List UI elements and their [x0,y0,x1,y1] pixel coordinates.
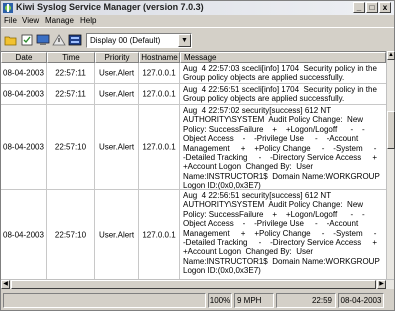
display-selector-value: Display 00 (Default) [90,36,161,45]
status-panel-empty [3,293,206,308]
cell-hostname: 127.0.0.1 [142,68,176,78]
table-row[interactable]: 08-04-2003 22:57:10 User.Alert 127.0.0.1… [1,105,386,190]
menu-file[interactable]: File [4,16,17,25]
table-row[interactable]: 08-04-2003 22:57:10 User.Alert 127.0.0.1… [1,190,386,279]
status-bar: 100% 9 MPH 22:59 08-04-2003 [1,290,394,310]
horizontal-scroll-thumb[interactable] [11,280,376,289]
cell-hostname: 127.0.0.1 [142,230,176,239]
window-title: Kiwi Syslog Service Manager (version 7.0… [16,2,204,12]
title-bar[interactable]: Kiwi Syslog Service Manager (version 7.0… [1,1,394,15]
status-time: 22:59 [276,293,336,308]
menu-bar: File View Manage Help [1,15,394,27]
cell-date: 08-04-2003 [3,142,44,152]
column-header-message[interactable]: Message [180,52,386,63]
menu-manage[interactable]: Manage [45,16,74,25]
cell-message: Aug 4 22:56:51 scecli[info] 1704 Securit… [183,85,380,104]
cell-time: 22:57:10 [54,230,87,239]
alert-icon[interactable] [52,34,66,46]
cell-message: Aug 4 22:57:03 scecli[info] 1704 Securit… [183,64,380,83]
column-header-priority[interactable]: Priority [95,52,139,63]
status-rate: 9 MPH [234,293,274,308]
scroll-right-button[interactable]: ▶ [377,280,386,289]
vertical-scroll-thumb[interactable] [387,111,395,149]
scroll-left-button[interactable]: ◀ [1,280,10,289]
cell-time: 22:57:11 [55,68,86,78]
kiwi-app-icon [3,3,13,13]
menu-view[interactable]: View [22,16,39,25]
table-row[interactable]: 08-04-2003 22:57:11 User.Alert 127.0.0.1… [1,63,386,84]
cell-date: 08-04-2003 [3,230,44,239]
column-header-hostname[interactable]: Hostname [139,52,180,63]
status-date: 08-04-2003 [338,293,384,308]
vertical-scrollbar[interactable]: ▲ [386,51,395,279]
display-selector[interactable]: Display 00 (Default) ▼ [86,33,192,48]
server-icon[interactable] [68,34,82,46]
horizontal-scrollbar[interactable]: ◀ ▶ [1,279,394,289]
cell-priority: User.Alert [98,142,135,152]
restore-button[interactable]: □ [366,2,378,13]
cell-date: 08-04-2003 [3,89,44,99]
status-percent: 100% [208,293,232,308]
main-window: Kiwi Syslog Service Manager (version 7.0… [0,0,395,311]
cell-priority: User.Alert [98,89,135,99]
chevron-down-icon[interactable]: ▼ [178,34,191,47]
cell-priority: User.Alert [98,230,135,239]
cell-message: Aug 4 22:56:51 security[success] 612 NT … [183,191,386,276]
open-folder-icon[interactable] [4,34,18,46]
column-header-time[interactable]: Time [47,52,95,63]
cell-priority: User.Alert [98,68,135,78]
toolbar: Display 00 (Default) ▼ [1,27,394,51]
menu-help[interactable]: Help [80,16,96,25]
cell-hostname: 127.0.0.1 [142,89,176,99]
cell-time: 22:57:11 [55,89,86,99]
minimize-button[interactable]: _ [353,2,365,13]
cell-message: Aug 4 22:57:02 security[success] 612 NT … [183,106,386,191]
scroll-up-button[interactable]: ▲ [387,51,395,60]
cell-date: 08-04-2003 [3,68,44,78]
close-button[interactable]: x [379,2,391,13]
syslog-table: Date Time Priority Hostname Message 08-0… [1,51,386,279]
column-header-date[interactable]: Date [1,52,47,63]
monitor-icon[interactable] [36,34,50,46]
cell-time: 22:57:10 [54,142,87,152]
table-row[interactable]: 08-04-2003 22:57:11 User.Alert 127.0.0.1… [1,84,386,105]
cell-hostname: 127.0.0.1 [142,142,176,152]
clipboard-icon[interactable] [20,34,34,46]
